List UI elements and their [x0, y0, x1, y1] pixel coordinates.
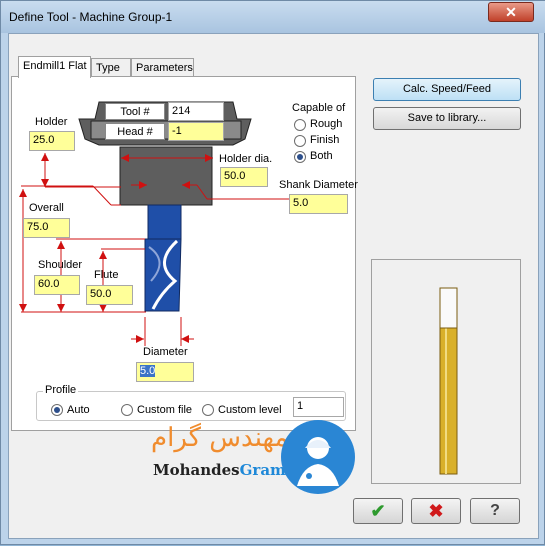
flute-input[interactable]: 50.0 — [86, 285, 133, 305]
tool-preview-panel — [371, 259, 521, 484]
radio-both[interactable] — [294, 151, 306, 163]
checkmark-icon: ✔ — [370, 500, 386, 521]
radio-finish-label: Finish — [310, 134, 340, 146]
watermark-latin: MohandesGram — [153, 461, 286, 479]
shank-diameter-input[interactable]: 5.0 — [289, 194, 348, 214]
overall-input[interactable]: 75.0 — [23, 218, 70, 238]
radio-profile-auto-label: Auto — [67, 404, 90, 416]
profile-title: Profile — [43, 384, 79, 396]
radio-profile-custom-level-label: Custom level — [218, 404, 282, 416]
tool-number-input[interactable]: 214 — [168, 102, 224, 121]
shoulder-label: Shoulder — [38, 259, 83, 271]
holder-dia-label: Holder dia. — [219, 153, 273, 165]
tab-endmill-flat[interactable]: Endmill1 Flat — [18, 56, 91, 78]
help-button[interactable]: ? — [470, 498, 520, 524]
calc-speed-feed-button[interactable]: Calc. Speed/Feed — [373, 78, 521, 101]
diameter-input[interactable]: 5.0 — [136, 362, 194, 382]
tool-preview-image — [439, 287, 458, 475]
engineer-logo-icon — [281, 420, 355, 494]
radio-profile-custom-level[interactable] — [202, 404, 214, 416]
radio-both-label: Both — [310, 150, 333, 162]
close-icon: ✖ — [428, 500, 444, 521]
preview-tool-tip — [439, 287, 458, 329]
help-icon: ? — [490, 502, 500, 519]
watermark-persian: مهندس گرام — [151, 423, 289, 453]
radio-profile-custom-file[interactable] — [121, 404, 133, 416]
shoulder-input[interactable]: 60.0 — [34, 275, 80, 295]
tab-label: Endmill1 Flat — [23, 60, 87, 72]
save-to-library-button[interactable]: Save to library... — [373, 107, 521, 130]
holder-label: Holder — [35, 116, 68, 128]
radio-profile-auto[interactable] — [51, 404, 63, 416]
holder-input[interactable]: 25.0 — [29, 131, 75, 151]
overall-label: Overall — [29, 202, 64, 214]
radio-rough-label: Rough — [310, 118, 343, 130]
holder-body-shape — [119, 146, 213, 206]
radio-finish[interactable] — [294, 135, 306, 147]
radio-profile-custom-file-label: Custom file — [137, 404, 193, 416]
diameter-label: Diameter — [143, 346, 188, 358]
define-tool-window: Define Tool - Machine Group-1 ✕ Endmill1… — [0, 0, 545, 545]
flute-label: Flute — [94, 269, 119, 281]
cancel-button[interactable]: ✖ — [411, 498, 461, 524]
head-number-label: Head # — [105, 123, 165, 140]
capable-of-title: Capable of — [292, 102, 346, 114]
shank-diameter-label: Shank Diameter — [279, 179, 358, 191]
head-number-input[interactable]: -1 — [168, 122, 224, 141]
ok-button[interactable]: ✔ — [353, 498, 403, 524]
flute-shape — [144, 238, 182, 312]
tool-number-label: Tool # — [105, 103, 165, 120]
diameter-selected-text: 5.0 — [140, 365, 156, 377]
holder-dia-input[interactable]: 50.0 — [220, 167, 268, 187]
custom-level-input[interactable]: 1 — [293, 397, 344, 417]
shank-shape — [147, 204, 182, 240]
radio-rough[interactable] — [294, 119, 306, 131]
